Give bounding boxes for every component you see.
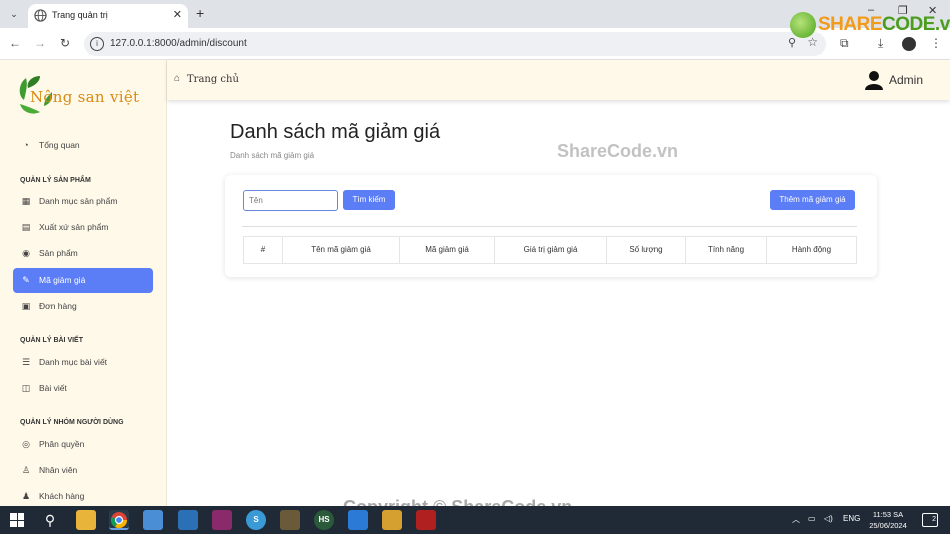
browser-tab[interactable]: Trang quản trị ✕ — [28, 4, 188, 28]
sidebar-item-label: Xuất xứ sản phẩm — [39, 222, 109, 232]
speaker-icon[interactable]: ◁) — [824, 514, 833, 523]
section-products: QUẢN LÝ SẢN PHẨM — [20, 177, 91, 184]
discount-table-header: # Tên mã giảm giá Mã giảm giá Giá trị gi… — [243, 236, 857, 264]
column-header-value: Giá trị giảm giá — [495, 237, 607, 263]
sidebar: Nông san việt ◔ Tổng quan QUẢN LÝ SẢN PH… — [0, 60, 167, 506]
app-icon-2[interactable] — [280, 510, 300, 530]
sidebar-item-label: Tổng quan — [39, 140, 80, 150]
back-icon[interactable]: ← — [8, 36, 22, 50]
app-icon[interactable] — [212, 510, 232, 530]
address-bar[interactable]: i 127.0.0.1:8000/admin/discount ⚲ ☆ — [84, 32, 826, 56]
target-icon: ◎ — [22, 439, 30, 449]
windows-taskbar: ⚲ S HS ︿ ▭ ◁) ENG 11:53 SA 25/06/2024 2 — [0, 506, 950, 534]
app-header: ⌂ Trang chủ Admin — [167, 60, 950, 100]
apple-icon: ◉ — [22, 248, 30, 258]
sidebar-item-label: Bài viết — [39, 383, 67, 393]
column-header-code: Mã giảm giá — [400, 237, 495, 263]
menu-icon: ☰ — [21, 357, 31, 367]
clock-time: 11:53 SA — [872, 510, 904, 519]
hs-app-icon[interactable]: HS — [314, 510, 334, 530]
sidebar-item-label: Nhân viên — [39, 465, 78, 475]
section-posts: QUẢN LÝ BÀI VIẾT — [20, 337, 84, 344]
tab-title: Trang quản trị — [52, 10, 108, 20]
language-indicator[interactable]: ENG — [843, 514, 860, 523]
column-header-quantity: Số lượng — [607, 237, 686, 263]
book-icon: ▤ — [21, 222, 31, 232]
sidebar-item-staff[interactable]: ♙ Nhân viên — [13, 458, 153, 483]
brand-logo[interactable]: Nông san việt — [14, 70, 154, 120]
users-icon: ♟ — [21, 491, 31, 501]
column-header-index: # — [244, 237, 283, 263]
search-button[interactable]: Tìm kiếm — [343, 190, 395, 210]
notification-icon[interactable]: 2 — [922, 513, 938, 527]
close-tab-icon[interactable]: ✕ — [173, 8, 182, 21]
admin-username[interactable]: Admin — [889, 73, 923, 87]
receipt-icon: ▣ — [21, 301, 31, 311]
globe-icon — [34, 9, 47, 22]
sidebar-item-product-origin[interactable]: ▤ Xuất xứ sản phẩm — [13, 215, 153, 240]
sidebar-item-label: Danh mục sản phẩm — [39, 196, 118, 206]
page-title: Danh sách mã giảm giá — [230, 121, 441, 143]
sharecode-logo: SHARECODE.vn — [790, 12, 950, 40]
sidebar-item-products[interactable]: ◉ Sản phẩm — [13, 241, 153, 266]
logo-text-share: SHARE — [818, 14, 883, 35]
home-link[interactable]: Trang chủ — [187, 74, 239, 85]
add-discount-button[interactable]: Thêm mã giảm giá — [770, 190, 855, 210]
brand-name: Nông san việt — [30, 88, 140, 106]
forward-icon[interactable]: → — [33, 36, 47, 50]
tab-search-chevron-icon[interactable]: ⌄ — [6, 6, 22, 22]
clock[interactable]: 11:53 SA 25/06/2024 — [862, 509, 914, 531]
chrome-icon[interactable] — [109, 510, 129, 530]
search-icon[interactable]: ⚲ — [40, 510, 60, 530]
sidebar-item-post-categories[interactable]: ☰ Danh mục bài viết — [13, 350, 153, 375]
file-explorer-icon[interactable] — [76, 510, 96, 530]
reload-icon[interactable]: ↻ — [58, 36, 72, 50]
sidebar-item-label: Đơn hàng — [39, 301, 77, 311]
grid-icon: ▦ — [21, 196, 31, 206]
open-book-icon: ◫ — [21, 383, 31, 393]
recorder-icon[interactable] — [416, 510, 436, 530]
site-info-icon[interactable]: i — [90, 37, 104, 51]
skype-icon[interactable]: S — [246, 510, 266, 530]
new-tab-icon[interactable]: + — [196, 5, 204, 21]
tray-device-icon[interactable]: ▭ — [808, 514, 816, 523]
sidebar-item-label: Mã giảm giá — [39, 275, 86, 285]
pin-icon: ✎ — [22, 275, 30, 285]
sharecode-ball-icon — [790, 12, 816, 38]
column-header-actions: Hành động — [791, 245, 832, 254]
clock-date: 25/06/2024 — [869, 521, 907, 530]
windows-start-icon[interactable] — [10, 513, 24, 527]
tray-chevron-icon[interactable]: ︿ — [792, 514, 800, 525]
divider — [242, 226, 857, 227]
sidebar-item-label: Danh mục bài viết — [39, 357, 108, 367]
sidebar-item-discounts[interactable]: ✎ Mã giảm giá — [13, 268, 153, 293]
discount-list-card: Tìm kiếm Thêm mã giảm giá # Tên mã giảm … — [225, 175, 877, 277]
network-app-icon[interactable] — [178, 510, 198, 530]
column-header-features: Tính năng — [686, 237, 767, 263]
search-input[interactable] — [243, 190, 338, 211]
user-plus-icon: ♙ — [21, 465, 31, 475]
dashboard-gauge-icon: ◔ — [23, 140, 29, 150]
section-users: QUẢN LÝ NHÓM NGƯỜI DÙNG — [20, 419, 124, 426]
sidebar-item-posts[interactable]: ◫ Bài viết — [13, 376, 153, 401]
user-avatar-icon[interactable] — [865, 70, 883, 90]
logo-text-vn: .vn — [934, 14, 950, 35]
sidebar-item-label: Sản phẩm — [39, 248, 78, 258]
sidebar-item-orders[interactable]: ▣ Đơn hàng — [13, 294, 153, 319]
logo-text-code: CODE — [882, 14, 935, 35]
breadcrumb: Danh sách mã giảm giá — [230, 151, 315, 160]
vscode-icon[interactable] — [348, 510, 368, 530]
sidebar-item-label: Khách hàng — [39, 491, 85, 501]
column-header-name: Tên mã giảm giá — [283, 237, 400, 263]
sidebar-item-label: Phân quyền — [39, 439, 85, 449]
sidebar-item-product-categories[interactable]: ▦ Danh mục sản phẩm — [13, 189, 153, 214]
home-icon[interactable]: ⌂ — [174, 73, 180, 84]
sidebar-item-overview[interactable]: ◔ Tổng quan — [13, 133, 153, 158]
app-icon-3[interactable] — [382, 510, 402, 530]
watermark-text: ShareCode.vn — [557, 141, 679, 161]
sidebar-item-permissions[interactable]: ◎ Phân quyền — [13, 432, 153, 457]
url-text[interactable]: 127.0.0.1:8000/admin/discount — [110, 38, 247, 49]
photos-icon[interactable] — [143, 510, 163, 530]
